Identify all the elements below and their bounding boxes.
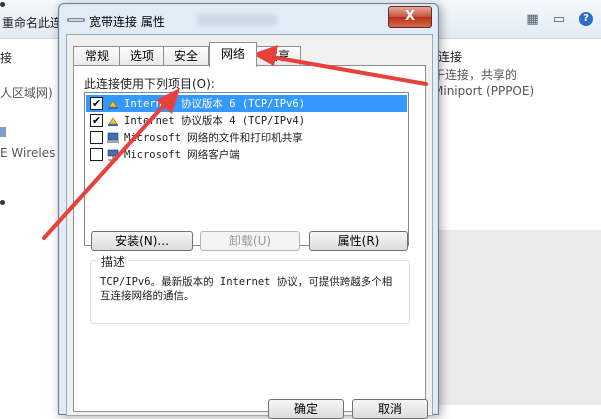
preview-pane-icon[interactable]: ▭ bbox=[553, 12, 565, 27]
tab-sharing[interactable]: 共享 bbox=[255, 46, 301, 66]
right-connection-name[interactable]: 连接 bbox=[438, 48, 462, 65]
install-button[interactable]: 安装(N)... bbox=[91, 231, 193, 251]
tab-security[interactable]: 安全 bbox=[163, 46, 209, 66]
ipv6-label: Internet 协议版本 6 (TCP/IPv6) bbox=[124, 98, 306, 110]
network-client-checkbox[interactable] bbox=[90, 148, 103, 161]
view-options-icon[interactable]: ▦ bbox=[526, 12, 538, 27]
ok-button[interactable]: 确定 bbox=[268, 399, 344, 419]
toolbar-icons: ▦ ▭ ? bbox=[526, 12, 593, 27]
left-connection-device: E Wireles bbox=[0, 146, 56, 160]
network-client-icon bbox=[107, 149, 119, 161]
resize-handle[interactable] bbox=[0, 2, 5, 7]
ipv4-label: Internet 协议版本 4 (TCP/IPv4) bbox=[124, 115, 306, 127]
connection-items-list[interactable]: ✔ Internet 协议版本 6 (TCP/IPv6) ✔ Internet … bbox=[84, 92, 409, 246]
list-item-file-printer-sharing[interactable]: Microsoft 网络的文件和打印机共享 bbox=[86, 129, 407, 146]
help-icon[interactable]: ? bbox=[579, 12, 593, 26]
dialog-client-area: 常规 选项 安全 网络 共享 此连接使用下列项目(O): ✔ Internet … bbox=[66, 34, 433, 419]
network-adapter-icon bbox=[0, 127, 6, 137]
protocol-icon bbox=[108, 117, 118, 126]
protocol-icon bbox=[108, 100, 118, 109]
dialog-titlebar[interactable]: 宽带连接 属性 X bbox=[59, 4, 438, 36]
left-connection-name[interactable]: 接 bbox=[0, 49, 12, 66]
right-connection-device: Miniport (PPPOE) bbox=[433, 84, 535, 98]
explorer-scroll-area bbox=[438, 230, 601, 405]
close-button[interactable]: X bbox=[388, 6, 432, 28]
cancel-button[interactable]: 取消 bbox=[352, 399, 428, 419]
connection-properties-dialog: 宽带连接 属性 X 常规 选项 安全 网络 共享 此连接使用下列项目(O): ✔… bbox=[58, 3, 439, 419]
blurred-title-region bbox=[197, 14, 277, 26]
tab-general[interactable]: 常规 bbox=[73, 46, 121, 66]
list-item-ipv4[interactable]: ✔ Internet 协议版本 4 (TCP/IPv4) bbox=[86, 112, 407, 129]
description-text: TCP/IPv6。最新版本的 Internet 协议，可提供跨越多个相互连接网络… bbox=[100, 276, 393, 302]
uninstall-button[interactable]: 卸载(U) bbox=[200, 231, 300, 251]
printer-share-icon bbox=[107, 132, 119, 143]
tab-options[interactable]: 选项 bbox=[119, 46, 165, 66]
tab-networking[interactable]: 网络 bbox=[209, 42, 257, 67]
rename-connection-button[interactable]: 重命名此连 bbox=[2, 14, 62, 31]
ipv6-checkbox[interactable]: ✔ bbox=[90, 97, 103, 110]
list-item-ipv6[interactable]: ✔ Internet 协议版本 6 (TCP/IPv6) bbox=[86, 95, 407, 112]
dialog-title: 宽带连接 属性 bbox=[89, 15, 165, 29]
file-sharing-checkbox[interactable] bbox=[90, 131, 103, 144]
broadband-connection-icon bbox=[67, 18, 85, 22]
left-connection-status: 人区域网) bbox=[0, 86, 53, 100]
file-sharing-label: Microsoft 网络的文件和打印机共享 bbox=[124, 132, 303, 144]
right-connection-status: 干连接，共享的 bbox=[433, 68, 518, 82]
properties-button[interactable]: 属性(R) bbox=[309, 231, 408, 251]
ipv4-checkbox[interactable]: ✔ bbox=[90, 114, 103, 127]
description-title: 描述 bbox=[98, 253, 129, 270]
items-list-label: 此连接使用下列项目(O): bbox=[84, 77, 215, 91]
list-item-network-client[interactable]: Microsoft 网络客户端 bbox=[86, 146, 407, 163]
network-client-label: Microsoft 网络客户端 bbox=[124, 149, 240, 161]
resize-handle[interactable] bbox=[0, 200, 5, 205]
